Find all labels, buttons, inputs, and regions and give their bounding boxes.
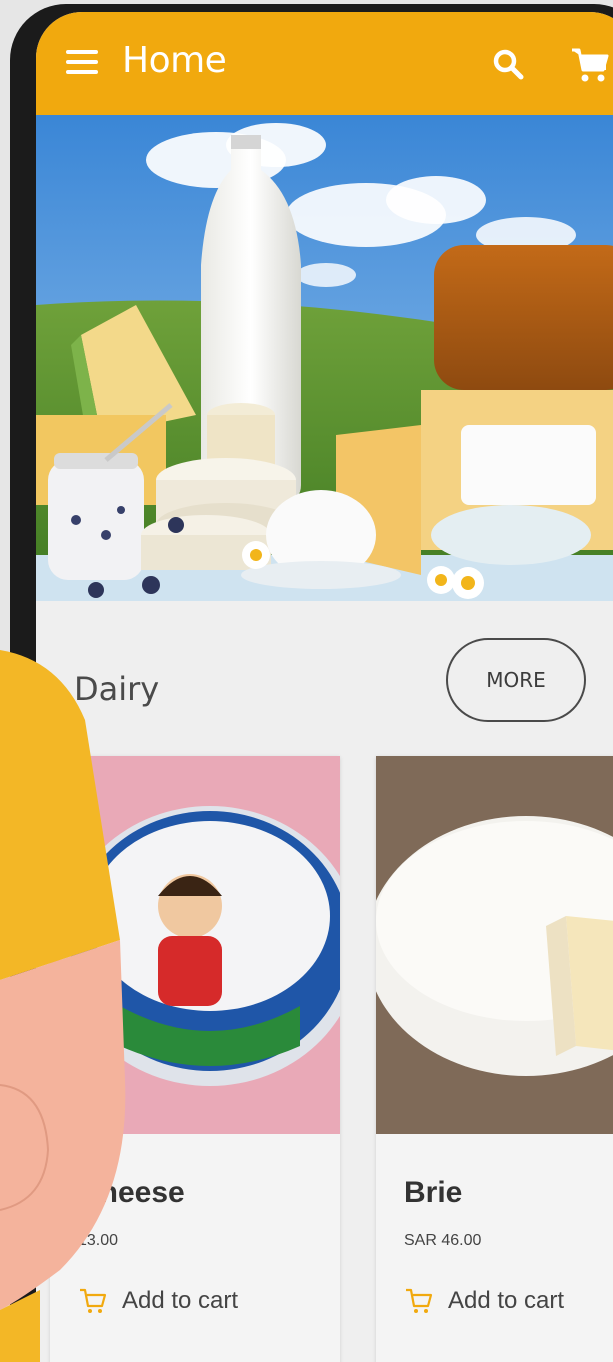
add-to-cart-label: Add to cart: [122, 1287, 239, 1314]
product-image[interactable]: [376, 756, 613, 1134]
cart-icon: [80, 1288, 107, 1313]
product-card[interactable]: Brie SAR 46.00 Add to cart: [376, 756, 613, 1362]
app-bar: Home: [36, 12, 613, 115]
product-price: 13.00: [78, 1232, 119, 1249]
product-price: SAR 46.00: [404, 1232, 482, 1249]
cart-icon: [406, 1288, 433, 1313]
product-name: Brie: [404, 1176, 463, 1209]
page-title: Home: [122, 40, 227, 81]
hero-banner-image[interactable]: [36, 115, 613, 601]
section-title: Dairy: [74, 670, 160, 708]
app-screen: Home Dairy MORE Cheese 13.00 Add to cart…: [36, 12, 613, 1362]
add-to-cart-button[interactable]: Add to cart: [78, 1286, 238, 1316]
product-card[interactable]: Cheese 13.00 Add to cart: [50, 756, 340, 1362]
add-to-cart-label: Add to cart: [448, 1287, 565, 1314]
search-icon[interactable]: [492, 48, 524, 80]
add-to-cart-button[interactable]: Add to cart: [404, 1286, 564, 1316]
more-button[interactable]: MORE: [446, 638, 586, 722]
product-image[interactable]: [50, 756, 340, 1134]
cart-icon[interactable]: [570, 46, 610, 84]
dairy-banner-illustration: [36, 115, 613, 601]
app-stage: Home Dairy MORE Cheese 13.00 Add to cart…: [0, 0, 613, 1362]
menu-icon[interactable]: [66, 50, 98, 74]
phone-frame: Home Dairy MORE Cheese 13.00 Add to cart…: [10, 4, 613, 1362]
product-name: Cheese: [78, 1176, 185, 1209]
